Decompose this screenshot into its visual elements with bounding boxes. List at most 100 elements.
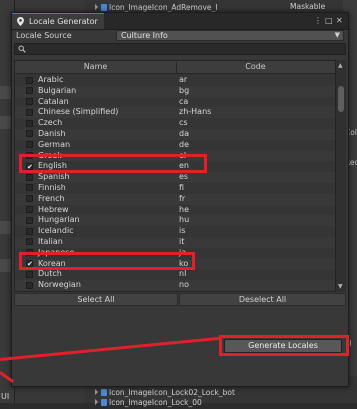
table-row[interactable]: Spanish es <box>15 172 335 183</box>
highlight-english <box>19 154 207 173</box>
locale-name: Finnish <box>38 182 66 192</box>
row-checkbox[interactable] <box>26 281 33 289</box>
location-pin-icon <box>17 17 24 26</box>
selection-buttons: Select All Deselect All <box>12 293 348 306</box>
table-row[interactable]: German de <box>15 140 335 151</box>
locale-name: Arabic <box>38 75 64 84</box>
locale-code: ca <box>179 96 189 106</box>
table-row[interactable]: French fr <box>15 193 335 205</box>
title-bar: Locale Generator ⋮ □ ✕ <box>12 13 348 30</box>
locale-source-dropdown[interactable]: Culture Info ▼ <box>116 30 344 41</box>
locale-source-row: Locale Source Culture Info ▼ <box>12 30 348 42</box>
highlight-generate-button <box>219 335 349 356</box>
row-checkbox[interactable] <box>26 206 33 214</box>
locale-code: he <box>179 204 189 214</box>
column-header-name[interactable]: Name <box>15 62 177 73</box>
locale-code: de <box>179 139 189 149</box>
locale-name: Polish <box>38 291 61 292</box>
scrollbar-thumb[interactable] <box>338 86 344 112</box>
scroll-down-icon[interactable]: ▼ <box>338 283 343 290</box>
table-row[interactable]: Finnish fi <box>15 183 335 194</box>
table-row[interactable]: Bulgarian bg <box>15 85 335 97</box>
row-checkbox[interactable] <box>26 238 33 246</box>
chevron-down-icon: ▼ <box>334 31 340 39</box>
table-row[interactable]: Arabic ar <box>15 75 335 86</box>
locale-code: cs <box>179 118 188 128</box>
locale-name: French <box>38 193 65 203</box>
row-checkbox[interactable] <box>26 184 33 192</box>
table-row[interactable]: Italian it <box>15 236 335 248</box>
row-checkbox[interactable] <box>26 270 33 278</box>
locale-name: Catalan <box>38 96 69 106</box>
locale-name: Chinese (Simplified) <box>38 107 119 117</box>
row-checkbox[interactable] <box>26 87 33 95</box>
locale-code: ar <box>179 75 188 84</box>
row-checkbox[interactable] <box>26 227 33 235</box>
locale-name: Hungarian <box>38 215 80 225</box>
table-row[interactable]: Chinese (Simplified) zh-Hans <box>15 107 335 119</box>
locale-code: is <box>179 226 186 236</box>
locale-code: zh-Hans <box>179 107 212 117</box>
table-row[interactable]: Catalan ca <box>15 97 335 108</box>
table-row[interactable]: Polish pl <box>15 291 335 292</box>
column-header-code[interactable]: Code <box>176 62 335 71</box>
table-row[interactable]: Czech cs <box>15 118 335 129</box>
locale-code: no <box>179 280 189 290</box>
row-checkbox[interactable] <box>26 173 33 181</box>
locale-code: fr <box>179 193 186 203</box>
search-icon <box>18 45 26 53</box>
scroll-up-icon[interactable]: ▲ <box>338 62 343 69</box>
window-title: Locale Generator <box>29 17 98 26</box>
chevron-right-icon <box>95 399 98 405</box>
row-checkbox[interactable] <box>26 119 33 127</box>
locale-source-label: Locale Source <box>16 31 72 40</box>
row-checkbox[interactable] <box>26 76 33 84</box>
table-row[interactable]: Hebrew he <box>15 205 335 216</box>
table-row[interactable]: Dutch nl <box>15 269 335 280</box>
deselect-all-button[interactable]: Deselect All <box>179 293 346 306</box>
window-tab[interactable]: Locale Generator <box>12 13 104 29</box>
row-checkbox[interactable] <box>26 141 33 149</box>
row-checkbox[interactable] <box>26 216 33 224</box>
table-header: Name Code <box>15 61 335 74</box>
locale-code: nl <box>179 269 187 279</box>
image-file-icon <box>101 4 107 11</box>
window-menu-icon[interactable]: ⋮ <box>314 16 322 25</box>
search-input[interactable] <box>14 43 346 55</box>
locale-code: bg <box>179 85 190 95</box>
locale-code: hu <box>179 215 190 225</box>
locale-name: Danish <box>38 128 66 138</box>
select-all-button[interactable]: Select All <box>14 293 178 306</box>
row-checkbox[interactable] <box>26 195 33 203</box>
locale-name: Spanish <box>38 172 70 182</box>
locale-code: da <box>179 128 189 138</box>
locale-code: it <box>179 236 185 246</box>
locale-name: Dutch <box>38 269 62 279</box>
row-checkbox[interactable] <box>26 108 33 116</box>
table-row[interactable]: Danish da <box>15 128 335 140</box>
locale-name: Hebrew <box>38 204 69 214</box>
chevron-right-icon <box>95 389 98 395</box>
table-row[interactable]: Icelandic is <box>15 226 335 237</box>
table-row[interactable]: Norwegian no <box>15 280 335 291</box>
highlight-korean <box>19 252 195 270</box>
left-panel-label: UI <box>1 392 10 401</box>
maskable-label: Maskable <box>290 2 326 11</box>
vertical-scrollbar[interactable]: ▲ ▼ <box>336 60 346 292</box>
locale-code: pl <box>179 291 186 292</box>
locale-code: es <box>179 172 189 182</box>
row-checkbox[interactable] <box>26 130 33 138</box>
locale-name: Norwegian <box>38 280 81 290</box>
image-file-icon <box>101 389 107 396</box>
row-checkbox[interactable] <box>26 98 33 106</box>
locale-source-value: Culture Info <box>121 31 168 40</box>
locale-code: fi <box>179 182 185 192</box>
close-icon[interactable]: ✕ <box>336 16 343 25</box>
table-row[interactable]: Hungarian hu <box>15 215 335 227</box>
locale-name: German <box>38 139 71 149</box>
chevron-right-icon <box>95 4 98 10</box>
locale-name: Icelandic <box>38 226 74 236</box>
maximize-icon[interactable]: □ <box>325 16 333 25</box>
locale-name: Czech <box>38 118 63 128</box>
project-item[interactable]: Icon_ImageIcon_Lock_00 <box>95 398 357 409</box>
